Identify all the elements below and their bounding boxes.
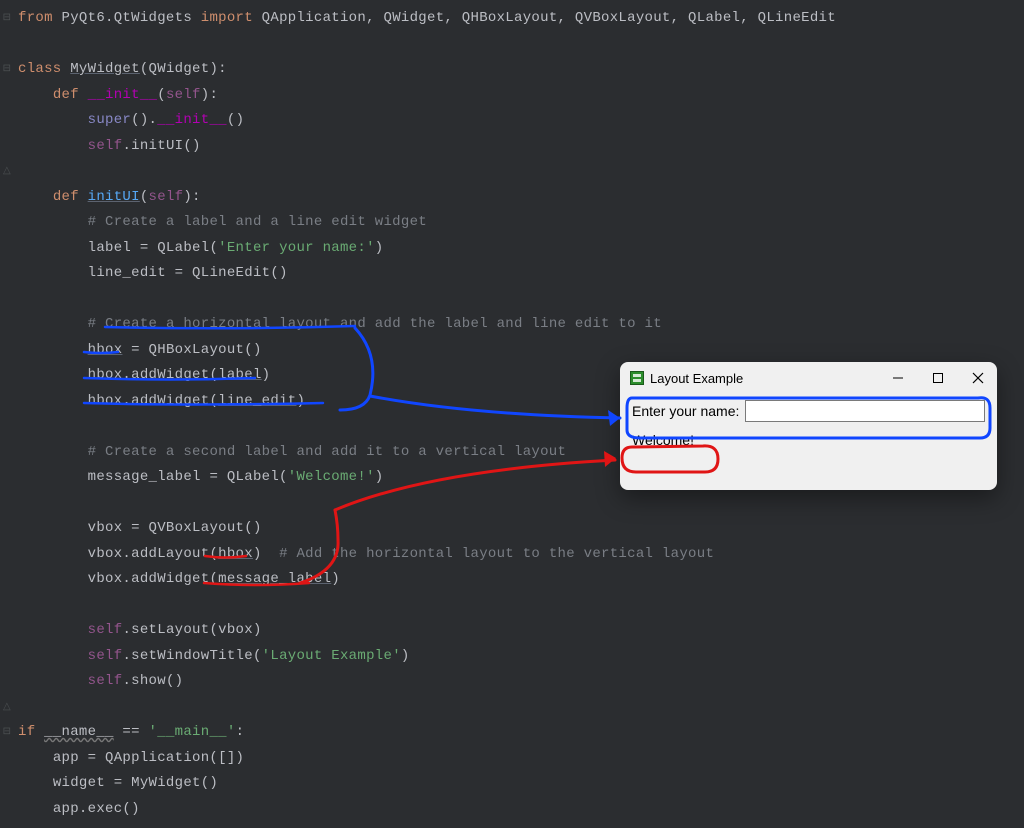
window-title: Layout Example [650,371,889,386]
class-name: MyWidget [70,61,140,77]
hbox-row: Enter your name: [632,400,985,422]
fold-marker: ⊟ [0,6,14,32]
name-input[interactable] [745,400,985,422]
fold-marker: ⊟ [0,57,14,83]
fold-marker: ⊟ [0,720,14,746]
keyword-import: import [201,10,253,26]
comment: # Create a second label and add it to a … [88,444,567,460]
minimize-button[interactable] [889,369,907,387]
welcome-label: Welcome! [632,432,985,448]
close-icon [972,372,984,384]
method-initUI: initUI [88,189,140,205]
layout-example-window[interactable]: Layout Example Enter your name: Welcome! [620,362,997,490]
maximize-icon [932,372,944,384]
close-button[interactable] [969,369,987,387]
app-icon [630,371,644,385]
maximize-button[interactable] [929,369,947,387]
fold-marker: △ [0,695,14,721]
titlebar[interactable]: Layout Example [620,362,997,394]
name-label: Enter your name: [632,403,739,419]
keyword-from: from [18,10,53,26]
method-init: __init__ [88,87,158,103]
fold-marker: △ [0,159,14,185]
comment: # Create a label and a line edit widget [88,214,427,230]
minimize-icon [892,372,904,384]
